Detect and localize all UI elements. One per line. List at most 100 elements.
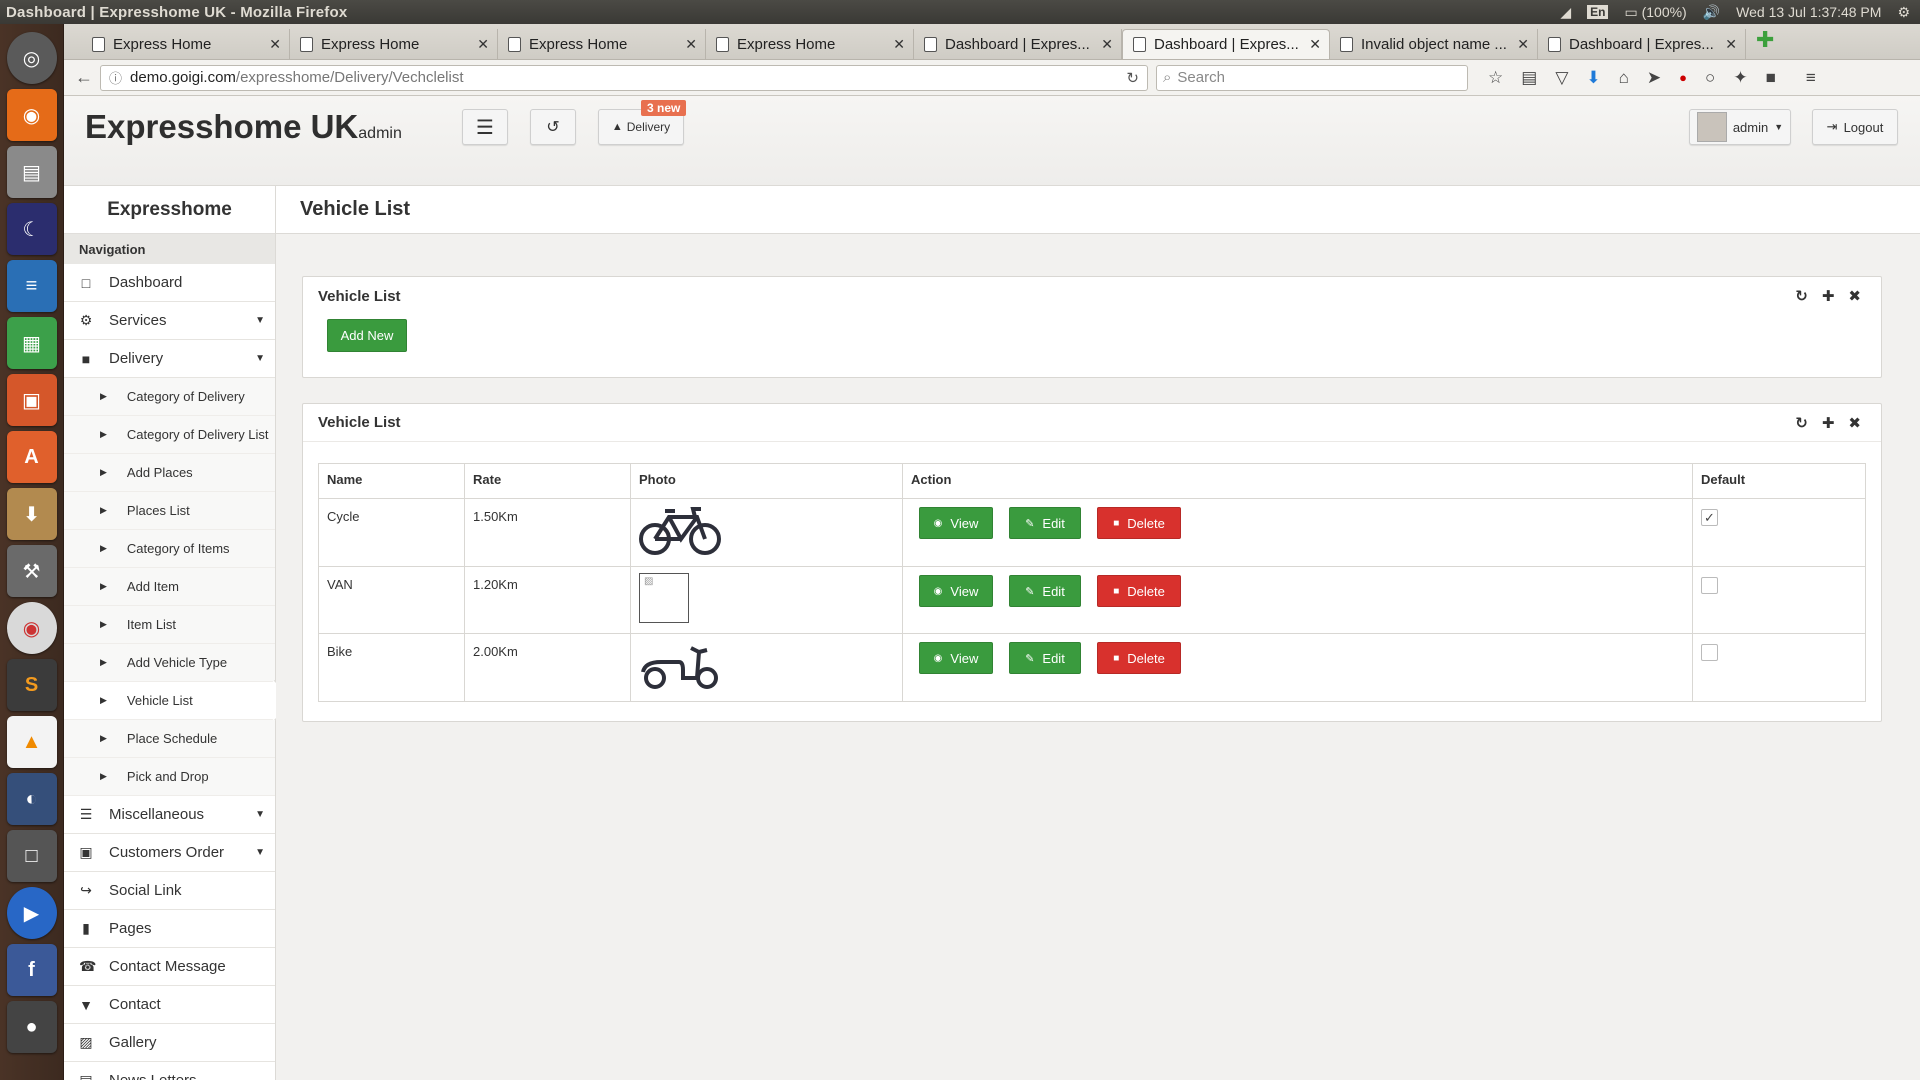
sidebar-item-news-letters[interactable]: ▤ News Letters [64,1062,275,1080]
sidebar-subitem[interactable]: ▶ Add Item [64,568,275,606]
settings-gear-icon[interactable]: ⚙ [1897,4,1910,21]
default-checkbox[interactable]: ✓ [1701,509,1718,526]
wifi-icon[interactable]: ◢ [1560,4,1571,21]
browser-tab[interactable]: Dashboard | Expres... ✕ [1538,29,1746,59]
night-icon[interactable]: ☾ [6,203,57,255]
logout-button[interactable]: ⇥ Logout [1812,109,1898,145]
delete-button[interactable]: ■ Delete [1097,507,1181,539]
reading-list-icon[interactable]: ▤ [1521,68,1537,88]
download-icon[interactable]: ⬇ [6,488,57,540]
adblock-icon[interactable]: ● [1679,70,1687,85]
chrome-icon[interactable]: ◉ [6,602,57,654]
sidebar-subitem[interactable]: ▶ Category of Delivery [64,378,275,416]
reload-icon[interactable]: ↻ [1126,69,1139,87]
clock[interactable]: Wed 13 Jul 1:37:48 PM [1736,4,1881,20]
impress-icon[interactable]: ▣ [6,374,57,426]
sidebar-item-gallery[interactable]: ▨ Gallery [64,1024,275,1062]
send-icon[interactable]: ➤ [1647,68,1661,88]
sidebar-item-services[interactable]: ⚙ Services ▼ [64,302,275,340]
history-button[interactable]: ↺ [530,109,576,145]
refresh-icon[interactable]: ↻ [1795,414,1808,432]
menu-icon[interactable]: ≡ [1806,68,1816,88]
browser-tab[interactable]: Invalid object name ... ✕ [1330,29,1538,59]
info-icon[interactable]: ⓘ [109,68,122,87]
browser-tab-active[interactable]: Dashboard | Expres... ✕ [1122,29,1330,59]
browser-tab[interactable]: Express Home ✕ [82,29,290,59]
close-icon[interactable]: ✕ [1309,36,1321,53]
webcam-icon[interactable]: ● [6,1001,57,1053]
back-icon[interactable]: ← [72,67,96,88]
sublime-icon[interactable]: S [6,659,57,711]
close-icon[interactable]: ✖ [1848,287,1861,305]
expand-icon[interactable]: ✚ [1822,287,1835,305]
vlc-icon[interactable]: ▲ [6,716,57,768]
sidebar-subitem[interactable]: ▶ Place Schedule [64,720,275,758]
search-box[interactable]: ⌕ Search [1156,64,1468,91]
edit-button[interactable]: ✎ Edit [1009,507,1081,539]
volume-icon[interactable]: 🔊 [1703,4,1720,21]
player-icon[interactable]: ▶ [6,887,57,939]
close-icon[interactable]: ✕ [1101,36,1113,53]
sidebar-subitem[interactable]: ▶ Category of Delivery List [64,416,275,454]
delete-button[interactable]: ■ Delete [1097,575,1181,607]
keyboard-indicator[interactable]: En [1587,5,1609,19]
close-icon[interactable]: ✕ [893,36,905,53]
calc-icon[interactable]: ▦ [6,317,57,369]
browser-tab[interactable]: Dashboard | Expres... ✕ [914,29,1122,59]
view-button[interactable]: ◉ View [919,642,993,674]
bookmark-star-icon[interactable]: ☆ [1488,68,1503,88]
url-bar[interactable]: ⓘ demo.goigi.com/expresshome/Delivery/Ve… [100,64,1148,91]
pocket-icon[interactable]: ▽ [1555,68,1568,88]
edit-button[interactable]: ✎ Edit [1009,575,1081,607]
delivery-notification-button[interactable]: ▲ Delivery 3 new [598,100,687,145]
close-icon[interactable]: ✕ [685,36,697,53]
sidebar-toggle-button[interactable]: ☰ [462,109,508,145]
downloads-icon[interactable]: ⬇ [1586,68,1600,88]
battery-indicator[interactable]: ▭ (100%) [1624,4,1686,21]
browser-tab[interactable]: Express Home ✕ [706,29,914,59]
extension-icon[interactable]: ✦ [1733,68,1747,88]
workspaces-icon[interactable]: □ [6,830,57,882]
home-icon[interactable]: ⌂ [1619,68,1629,88]
default-checkbox[interactable] [1701,577,1718,594]
sidebar-item-dashboard[interactable]: □ Dashboard [64,264,275,302]
writer-icon[interactable]: ≡ [6,260,57,312]
sidebar-subitem[interactable]: ▶ Item List [64,606,275,644]
user-menu[interactable]: admin ▼ [1689,109,1791,145]
browser-tab[interactable]: Express Home ✕ [290,29,498,59]
expand-icon[interactable]: ✚ [1822,414,1835,432]
clipboard-icon[interactable]: ■ [1766,68,1776,88]
add-new-button[interactable]: Add New [327,319,407,352]
close-icon[interactable]: ✖ [1848,414,1861,432]
files-icon[interactable]: ▤ [6,146,57,198]
firefox-icon[interactable]: ◉ [6,89,57,141]
edit-button[interactable]: ✎ Edit [1009,642,1081,674]
system-settings-icon[interactable]: ⚒ [6,545,57,597]
view-button[interactable]: ◉ View [919,575,993,607]
browser-tab[interactable]: Express Home ✕ [498,29,706,59]
dash-icon[interactable]: ◎ [6,32,57,84]
sidebar-item-delivery[interactable]: ■ Delivery ▼ [64,340,275,378]
sidebar-subitem[interactable]: ▶ Add Places [64,454,275,492]
delete-button[interactable]: ■ Delete [1097,642,1181,674]
refresh-icon[interactable]: ↻ [1795,287,1808,305]
default-checkbox[interactable] [1701,644,1718,661]
software-center-icon[interactable]: A [6,431,57,483]
close-icon[interactable]: ✕ [1725,36,1737,53]
sidebar-item-customers-order[interactable]: ▣ Customers Order ▼ [64,834,275,872]
sidebar-subitem[interactable]: ▶ Pick and Drop [64,758,275,796]
video-editor-icon[interactable]: ◐ [6,773,57,825]
sidebar-subitem[interactable]: ▶ Places List [64,492,275,530]
facebook-icon[interactable]: f [6,944,57,996]
close-icon[interactable]: ✕ [1517,36,1529,53]
sidebar-item-miscellaneous[interactable]: ☰ Miscellaneous ▼ [64,796,275,834]
sidebar-item-contact-message[interactable]: ☎ Contact Message [64,948,275,986]
sidebar-item-pages[interactable]: ▮ Pages [64,910,275,948]
sidebar-subitem-active[interactable]: ▶ Vehicle List [64,682,275,720]
view-button[interactable]: ◉ View [919,507,993,539]
close-icon[interactable]: ✕ [269,36,281,53]
sidebar-item-contact[interactable]: ▼ Contact [64,986,275,1024]
sidebar-subitem[interactable]: ▶ Category of Items [64,530,275,568]
chat-icon[interactable]: ○ [1705,68,1715,88]
sidebar-subitem[interactable]: ▶ Add Vehicle Type [64,644,275,682]
